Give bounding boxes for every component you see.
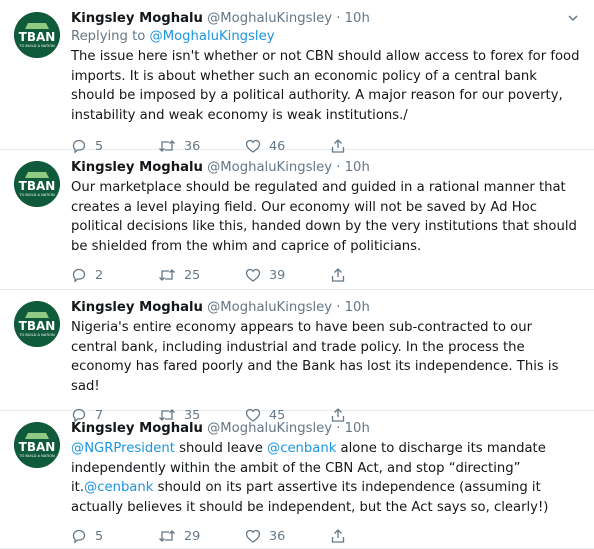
- avatar[interactable]: TBAN TO BUILD A NATION: [14, 161, 60, 207]
- share-icon: [331, 268, 345, 282]
- author-handle[interactable]: @MoghaluKingsley: [207, 160, 332, 175]
- tweet[interactable]: TBAN TO BUILD A NATION Kingsley Moghalu …: [0, 0, 594, 154]
- reply-button[interactable]: 2: [71, 267, 103, 283]
- like-count: 39: [269, 267, 286, 283]
- retweet-count: 29: [184, 528, 201, 544]
- author-handle[interactable]: @MoghaluKingsley: [207, 11, 332, 26]
- author-name[interactable]: Kingsley Moghalu: [71, 300, 203, 315]
- retweet-button[interactable]: 29: [158, 528, 200, 544]
- avatar[interactable]: TBAN TO BUILD A NATION: [14, 422, 60, 468]
- tweet-text: Our marketplace should be regulated and …: [71, 180, 577, 254]
- author-name[interactable]: Kingsley Moghalu: [71, 160, 203, 175]
- tweet-header: Kingsley Moghalu @MoghaluKingsley · 10h: [71, 419, 580, 438]
- timestamp[interactable]: 10h: [345, 300, 370, 315]
- like-button[interactable]: 36: [245, 528, 285, 544]
- retweet-icon: [159, 269, 175, 281]
- chevron-down-icon[interactable]: [566, 11, 580, 25]
- avatar-logo-text: TBAN: [19, 319, 56, 333]
- like-button[interactable]: 39: [245, 267, 285, 283]
- tweet-text-segment: should leave: [174, 441, 267, 456]
- replying-handle-link[interactable]: @MoghaluKingsley: [150, 29, 275, 44]
- avatar-tagline: TO BUILD A NATION: [18, 193, 55, 197]
- like-icon: [245, 268, 261, 282]
- like-icon: [245, 529, 261, 543]
- author-name[interactable]: Kingsley Moghalu: [71, 421, 203, 436]
- author-handle[interactable]: @MoghaluKingsley: [207, 300, 332, 315]
- avatar-tagline: TO BUILD A NATION: [18, 333, 55, 337]
- separator-dot: ·: [336, 421, 341, 436]
- avatar[interactable]: TBAN TO BUILD A NATION: [14, 301, 60, 347]
- tweet-text: @NGRPresident should leave @cenbank alon…: [71, 439, 580, 517]
- avatar-logo-text: TBAN: [19, 30, 56, 44]
- replying-to: Replying to @MoghaluKingsley: [71, 28, 580, 46]
- reply-button[interactable]: 5: [71, 528, 103, 544]
- tweet-header: Kingsley Moghalu @MoghaluKingsley · 10h: [71, 298, 580, 317]
- separator-dot: ·: [336, 300, 341, 315]
- avatar-tagline: TO BUILD A NATION: [18, 44, 55, 48]
- tweet[interactable]: TBAN TO BUILD A NATION Kingsley Moghalu …: [0, 150, 594, 290]
- mention-link[interactable]: @NGRPresident: [71, 441, 175, 456]
- mention-link[interactable]: @cenbank: [84, 480, 153, 495]
- avatar-logo-text: TBAN: [19, 179, 56, 193]
- author-handle[interactable]: @MoghaluKingsley: [207, 421, 332, 436]
- tweet-header: Kingsley Moghalu @MoghaluKingsley · 10h: [71, 9, 580, 28]
- mention-link[interactable]: @cenbank: [267, 441, 336, 456]
- reply-count: 5: [95, 528, 104, 544]
- tweet-text: The issue here isn't whether or not CBN …: [71, 49, 580, 123]
- like-count: 36: [269, 528, 286, 544]
- tweet-actions: 5 29 36: [71, 528, 580, 548]
- avatar-logo-text: TBAN: [19, 440, 56, 454]
- timestamp[interactable]: 10h: [345, 421, 370, 436]
- timestamp[interactable]: 10h: [345, 160, 370, 175]
- avatar[interactable]: TBAN TO BUILD A NATION: [14, 12, 60, 58]
- tweet-text: Nigeria's entire economy appears to have…: [71, 320, 559, 394]
- separator-dot: ·: [336, 11, 341, 26]
- tweet[interactable]: TBAN TO BUILD A NATION Kingsley Moghalu …: [0, 411, 594, 549]
- share-button[interactable]: [330, 528, 346, 544]
- tweet-actions: 2 25 39: [71, 267, 580, 287]
- timestamp[interactable]: 10h: [345, 11, 370, 26]
- reply-icon: [72, 268, 86, 283]
- tweet[interactable]: TBAN TO BUILD A NATION Kingsley Moghalu …: [0, 290, 594, 423]
- share-icon: [331, 529, 345, 543]
- tweet-header: Kingsley Moghalu @MoghaluKingsley · 10h: [71, 158, 580, 177]
- retweet-button[interactable]: 25: [158, 267, 200, 283]
- reply-count: 2: [95, 267, 104, 283]
- avatar-tagline: TO BUILD A NATION: [18, 454, 55, 458]
- retweet-count: 25: [184, 267, 201, 283]
- author-name[interactable]: Kingsley Moghalu: [71, 11, 203, 26]
- retweet-icon: [159, 530, 175, 542]
- separator-dot: ·: [336, 160, 341, 175]
- reply-icon: [72, 529, 86, 544]
- share-button[interactable]: [330, 267, 346, 283]
- replying-prefix: Replying to: [71, 29, 150, 44]
